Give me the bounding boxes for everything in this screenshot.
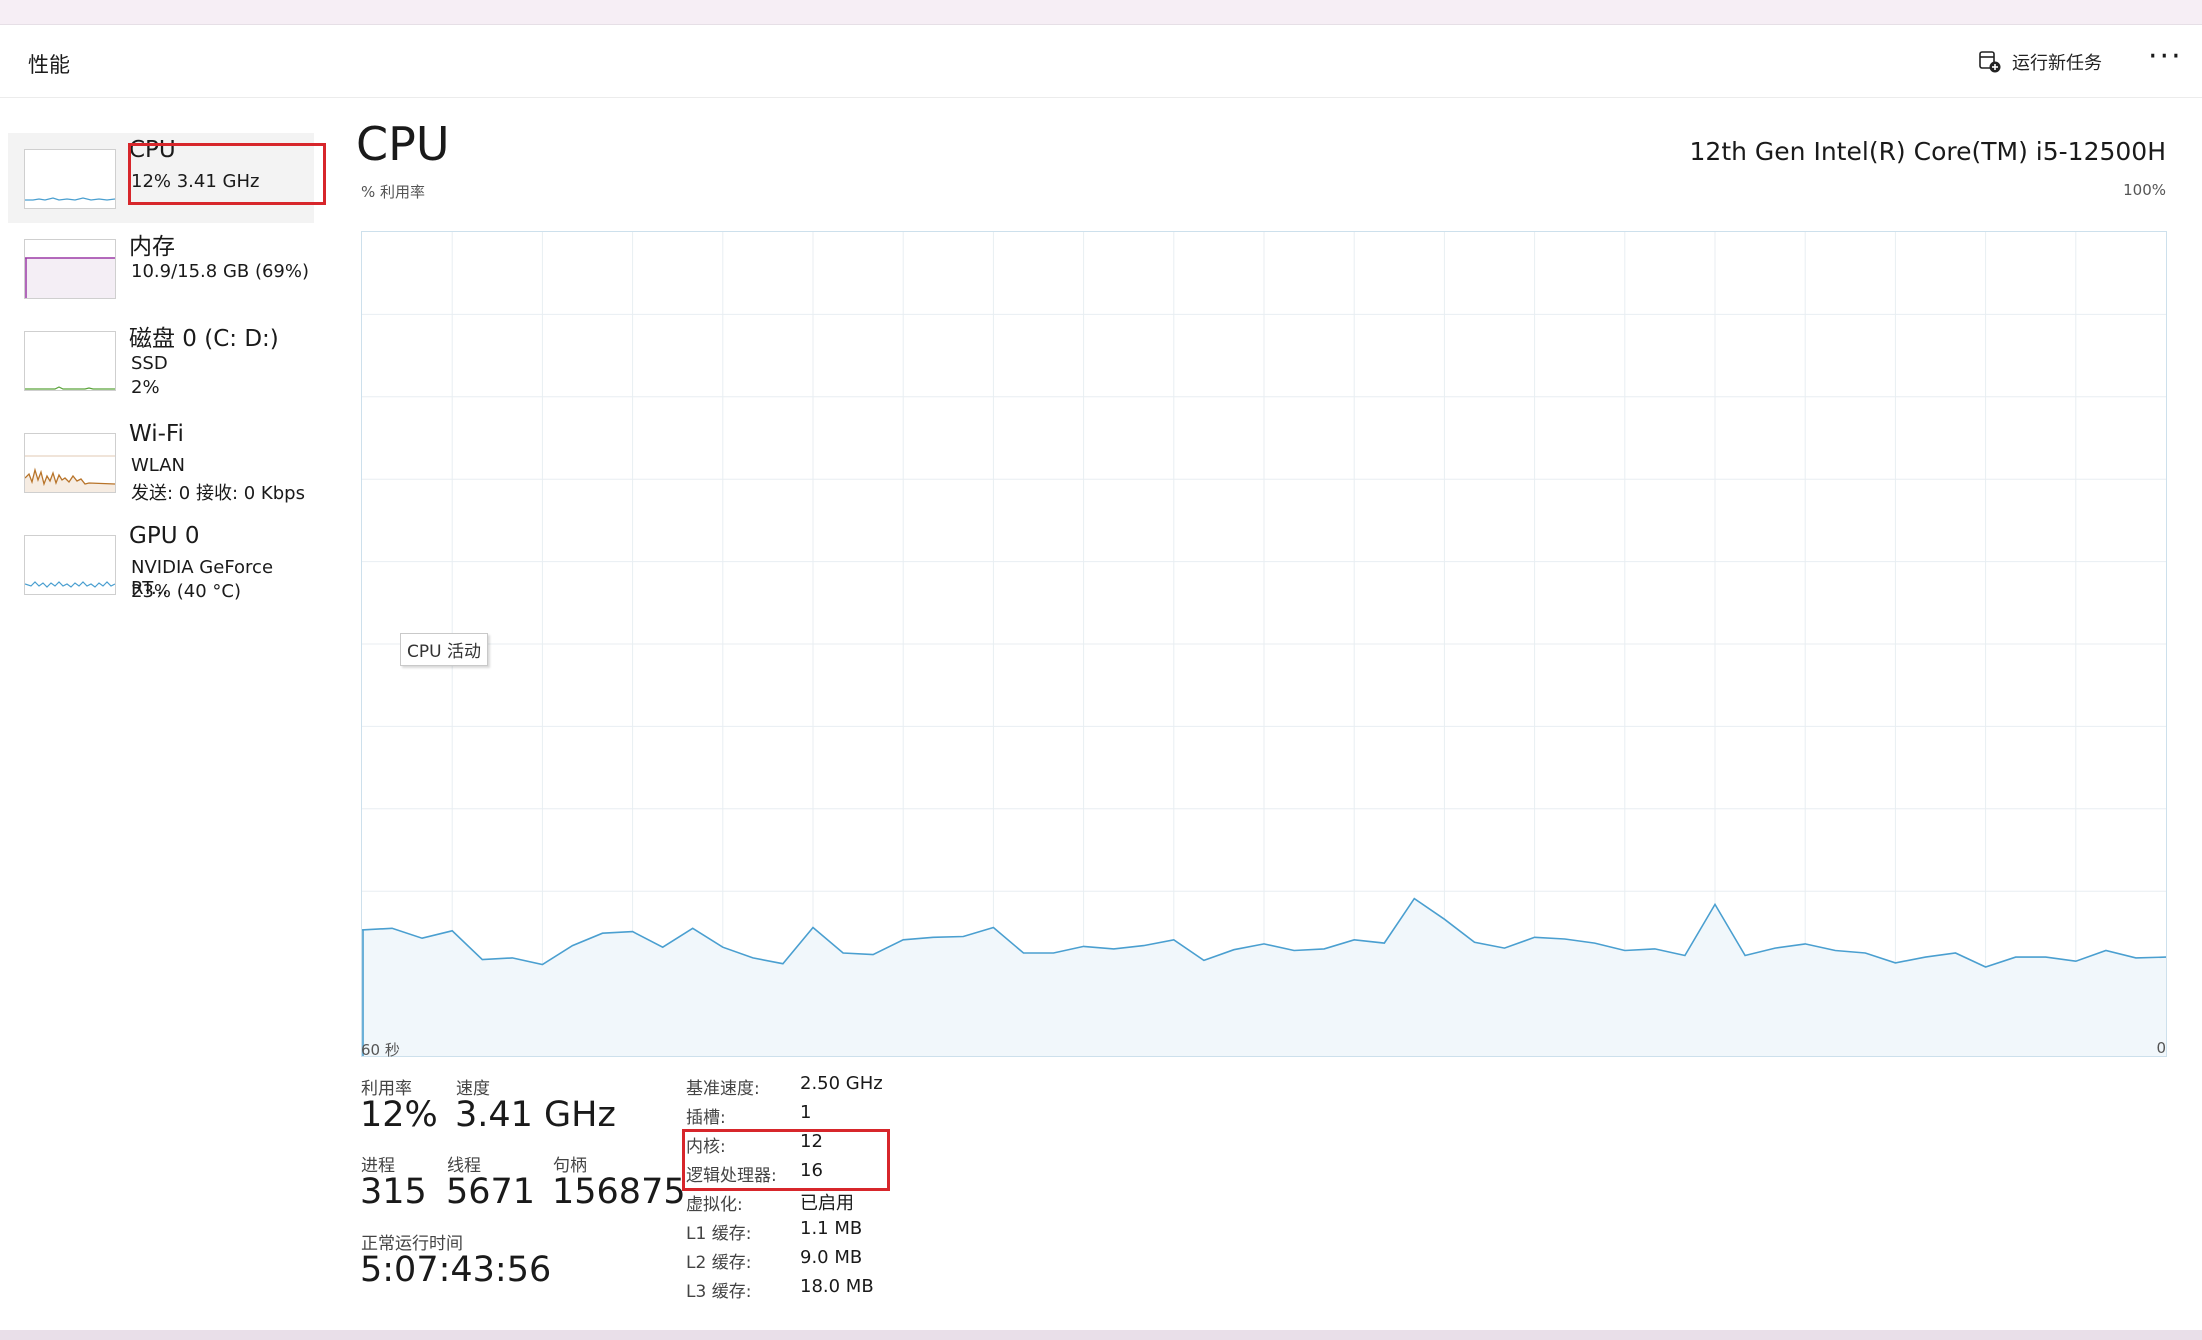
sidebar-item-title: 磁盘 0 (C: D:) bbox=[129, 326, 279, 352]
highlight-box-cores bbox=[682, 1129, 890, 1191]
memory-mini-graph bbox=[24, 239, 116, 299]
spec-label-sockets: 插槽: bbox=[686, 1108, 726, 1128]
sidebar-item-wifi[interactable]: Wi-Fi WLAN 发送: 0 接收: 0 Kbps bbox=[8, 417, 314, 507]
cpu-graph-svg bbox=[362, 232, 2166, 1056]
spec-value-base-speed: 2.50 GHz bbox=[800, 1073, 883, 1094]
speed-value: 3.41 GHz bbox=[455, 1095, 616, 1135]
wifi-mini-graph-line bbox=[25, 455, 115, 492]
x-left-label: 60 秒 bbox=[361, 1041, 400, 1059]
new-task-icon bbox=[1979, 51, 2001, 73]
processes-value: 315 bbox=[360, 1172, 427, 1212]
y-max-label: 100% bbox=[2123, 181, 2166, 199]
spec-label-virtualization: 虚拟化: bbox=[686, 1195, 743, 1215]
sidebar-item-line1: WLAN bbox=[131, 455, 186, 476]
uptime-value: 5:07:43:56 bbox=[360, 1250, 552, 1290]
sidebar-item-line2: 2% bbox=[131, 377, 160, 398]
utilization-value: 12% bbox=[360, 1095, 438, 1135]
handles-value: 156875 bbox=[552, 1172, 686, 1212]
sidebar-item-memory[interactable]: 内存 10.9/15.8 GB (69%) bbox=[8, 223, 314, 313]
threads-value: 5671 bbox=[446, 1172, 536, 1212]
spec-value-sockets: 1 bbox=[800, 1102, 812, 1123]
spec-value-l3-cache: 18.0 MB bbox=[800, 1276, 874, 1297]
run-new-task-button[interactable]: 运行新任务 bbox=[1978, 47, 2102, 77]
sidebar-item-line2: 23% (40 °C) bbox=[131, 581, 241, 602]
disk-mini-graph bbox=[24, 331, 116, 391]
sidebar-item-title: Wi-Fi bbox=[129, 421, 184, 447]
sidebar-item-gpu[interactable]: GPU 0 NVIDIA GeForce RT... 23% (40 °C) bbox=[8, 519, 314, 609]
spec-label-l1-cache: L1 缓存: bbox=[686, 1224, 752, 1244]
spec-label-base-speed: 基准速度: bbox=[686, 1079, 760, 1099]
spec-value-virtualization: 已启用 bbox=[800, 1193, 854, 1214]
cpu-mini-graph-line bbox=[25, 197, 115, 201]
sidebar-item-line1: SSD bbox=[131, 353, 168, 374]
highlight-box-cpu-summary bbox=[128, 143, 326, 205]
main-title: CPU bbox=[356, 117, 450, 171]
disk-mini-graph-line bbox=[25, 386, 115, 390]
spec-label-l2-cache: L2 缓存: bbox=[686, 1253, 752, 1273]
y-axis-label: % 利用率 bbox=[361, 183, 426, 201]
cpu-model-name: 12th Gen Intel(R) Core(TM) i5-12500H bbox=[1689, 137, 2166, 166]
sidebar-item-title: GPU 0 bbox=[129, 523, 200, 549]
task-manager-window: 性能 运行新任务 ··· CPU 12% 3.41 GHz 内存 10.9/15… bbox=[0, 24, 2202, 1331]
sidebar-item-line1: 10.9/15.8 GB (69%) bbox=[131, 261, 310, 282]
cpu-activity-tooltip: CPU 活动 bbox=[400, 633, 488, 666]
memory-mini-graph-fill bbox=[25, 257, 115, 298]
header-bar: 性能 运行新任务 ··· bbox=[0, 25, 2202, 98]
spec-value-l1-cache: 1.1 MB bbox=[800, 1218, 863, 1239]
cpu-utilization-graph[interactable] bbox=[361, 231, 2167, 1057]
gpu-mini-graph-line bbox=[25, 581, 115, 588]
sidebar-item-disk[interactable]: 磁盘 0 (C: D:) SSD 2% bbox=[8, 315, 314, 405]
cpu-mini-graph bbox=[24, 149, 116, 209]
run-new-task-label: 运行新任务 bbox=[2012, 53, 2102, 74]
sidebar-item-title: 内存 bbox=[129, 234, 175, 260]
spec-value-l2-cache: 9.0 MB bbox=[800, 1247, 863, 1268]
spec-label-l3-cache: L3 缓存: bbox=[686, 1282, 752, 1302]
page-title: 性能 bbox=[28, 53, 70, 77]
window-bottom-edge bbox=[0, 1330, 2202, 1340]
sidebar-item-line2: 发送: 0 接收: 0 Kbps bbox=[131, 483, 305, 504]
gpu-mini-graph bbox=[24, 535, 116, 595]
more-dots-icon[interactable]: ··· bbox=[2148, 39, 2183, 74]
x-right-label: 0 bbox=[2156, 1039, 2166, 1057]
wifi-mini-graph bbox=[24, 433, 116, 493]
